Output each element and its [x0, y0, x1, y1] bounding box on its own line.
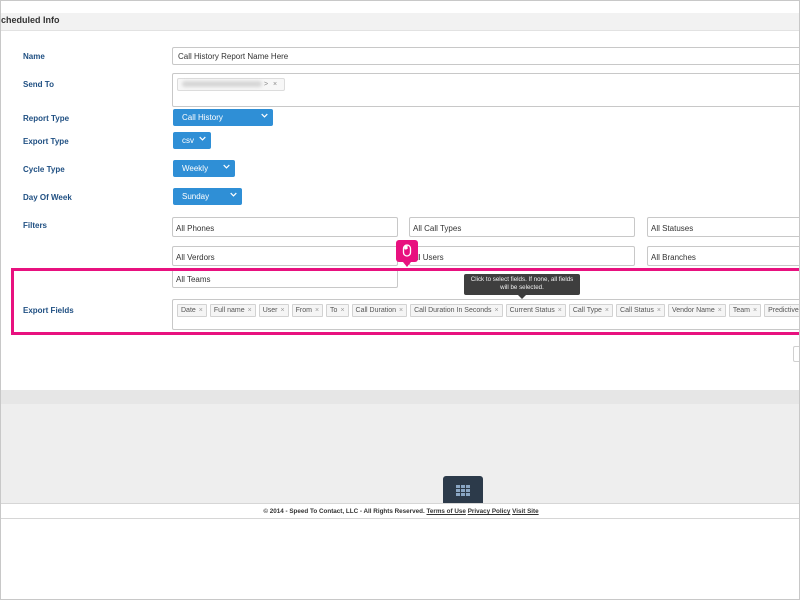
report-type-label: Report Type [23, 114, 70, 123]
panel-header: cheduled Info [1, 13, 799, 31]
footer-privacy-link[interactable]: Privacy Policy [468, 508, 511, 515]
filters-label: Filters [23, 221, 48, 230]
send-to-label: Send To [23, 80, 54, 89]
panel-title: cheduled Info [1, 15, 60, 25]
export-type-select[interactable]: csv [173, 132, 211, 149]
export-type-value: csv [182, 136, 194, 145]
report-type-value: Call History [182, 113, 223, 122]
chevron-down-icon [230, 191, 237, 197]
mouse-icon [402, 244, 412, 257]
chip-remove-icon[interactable]: × [273, 81, 277, 88]
report-type-select[interactable]: Call History [173, 109, 273, 126]
apps-menu-button[interactable] [443, 476, 483, 504]
day-of-week-select[interactable]: Sunday [173, 188, 242, 205]
action-button-edge[interactable] [793, 346, 799, 362]
cycle-type-value: Weekly [182, 164, 209, 173]
filter-call-types[interactable]: All Call Types [409, 217, 635, 237]
recipient-chip[interactable]: > × [177, 78, 285, 91]
footer-terms-link[interactable]: Terms of Use [427, 508, 466, 515]
filter-verdors[interactable]: All Verdors [172, 246, 398, 266]
page-background-strip [1, 390, 799, 404]
click-marker [396, 240, 418, 267]
filter-statuses[interactable]: All Statuses [647, 217, 799, 237]
cycle-type-label: Cycle Type [23, 165, 65, 174]
footer: © 2014 - Speed To Contact, LLC - All Rig… [1, 503, 799, 519]
send-to-field[interactable]: > × [172, 73, 799, 107]
chip-suffix: > [263, 81, 269, 88]
name-input[interactable]: Call History Report Name Here [172, 47, 799, 65]
footer-copyright: © 2014 - Speed To Contact, LLC - All Rig… [263, 508, 425, 515]
filter-branches[interactable]: All Branches [647, 246, 799, 266]
filter-users[interactable]: ll Users [409, 246, 635, 266]
name-label: Name [23, 52, 45, 61]
day-of-week-value: Sunday [182, 192, 210, 201]
chevron-down-icon [261, 112, 268, 118]
highlight-box [11, 268, 799, 335]
day-of-week-label: Day Of Week [23, 193, 72, 202]
redacted-email [182, 81, 262, 88]
grid-icon [456, 485, 470, 496]
page-background-band [1, 390, 799, 503]
chevron-down-icon [223, 163, 230, 169]
cycle-type-select[interactable]: Weekly [173, 160, 235, 177]
footer-visit-link[interactable]: Visit Site [512, 508, 538, 515]
chevron-down-icon [199, 135, 206, 141]
page: cheduled Info Name Call History Report N… [0, 0, 800, 600]
filter-phones[interactable]: All Phones [172, 217, 398, 237]
export-type-label: Export Type [23, 137, 69, 146]
